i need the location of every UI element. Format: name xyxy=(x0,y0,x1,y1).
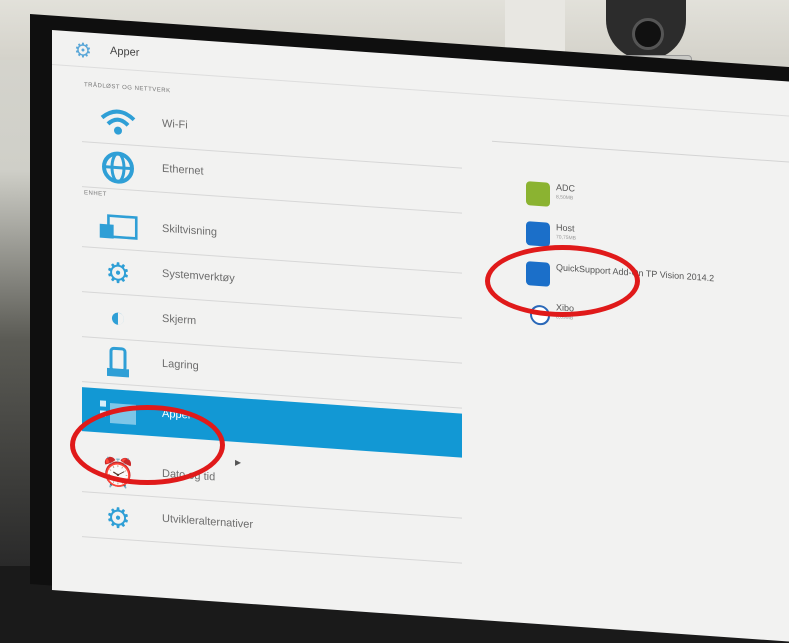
teamviewer-host-icon xyxy=(526,221,550,247)
app-name: ADC xyxy=(556,182,576,194)
display-icon xyxy=(98,210,138,245)
menu-item-label: Ethernet xyxy=(162,162,204,178)
section-device-header: ENHET xyxy=(84,190,107,198)
mouse-cursor-icon: ▸ xyxy=(235,455,242,469)
menu-item-label: Skjerm xyxy=(162,312,197,328)
contrast-icon: ◐ xyxy=(109,301,127,334)
developer-options-icon: ⚙ xyxy=(105,501,131,534)
menu-item-label: Wi-Fi xyxy=(162,117,188,132)
globe-icon xyxy=(98,150,138,185)
section-wireless-header: TRÅDLØST OG NETTVERK xyxy=(84,82,171,95)
settings-screen: ⚙ Apper TRÅDLØST OG NETTVERK Wi-Fi Ether… xyxy=(52,30,789,643)
adc-app-icon xyxy=(526,181,550,207)
app-name: Host xyxy=(556,222,575,234)
menu-item-label: Skiltvisning xyxy=(162,222,218,239)
menu-item-label: Systemverktøy xyxy=(162,267,235,285)
gear-icon: ⚙ xyxy=(105,256,131,289)
app-size: 70,75MB xyxy=(556,234,577,242)
highlight-circle-xibo xyxy=(485,245,640,317)
gear-icon: ⚙ xyxy=(74,39,92,63)
highlight-circle-apps xyxy=(70,405,225,485)
camera-lens xyxy=(632,18,664,50)
storage-icon xyxy=(98,345,138,380)
wifi-icon xyxy=(98,105,138,140)
page-title: Apper xyxy=(110,45,140,60)
app-size: 8,50MB xyxy=(556,194,574,202)
menu-item-label: Utvikleralternativer xyxy=(162,512,254,532)
menu-item-label: Lagring xyxy=(162,357,199,373)
